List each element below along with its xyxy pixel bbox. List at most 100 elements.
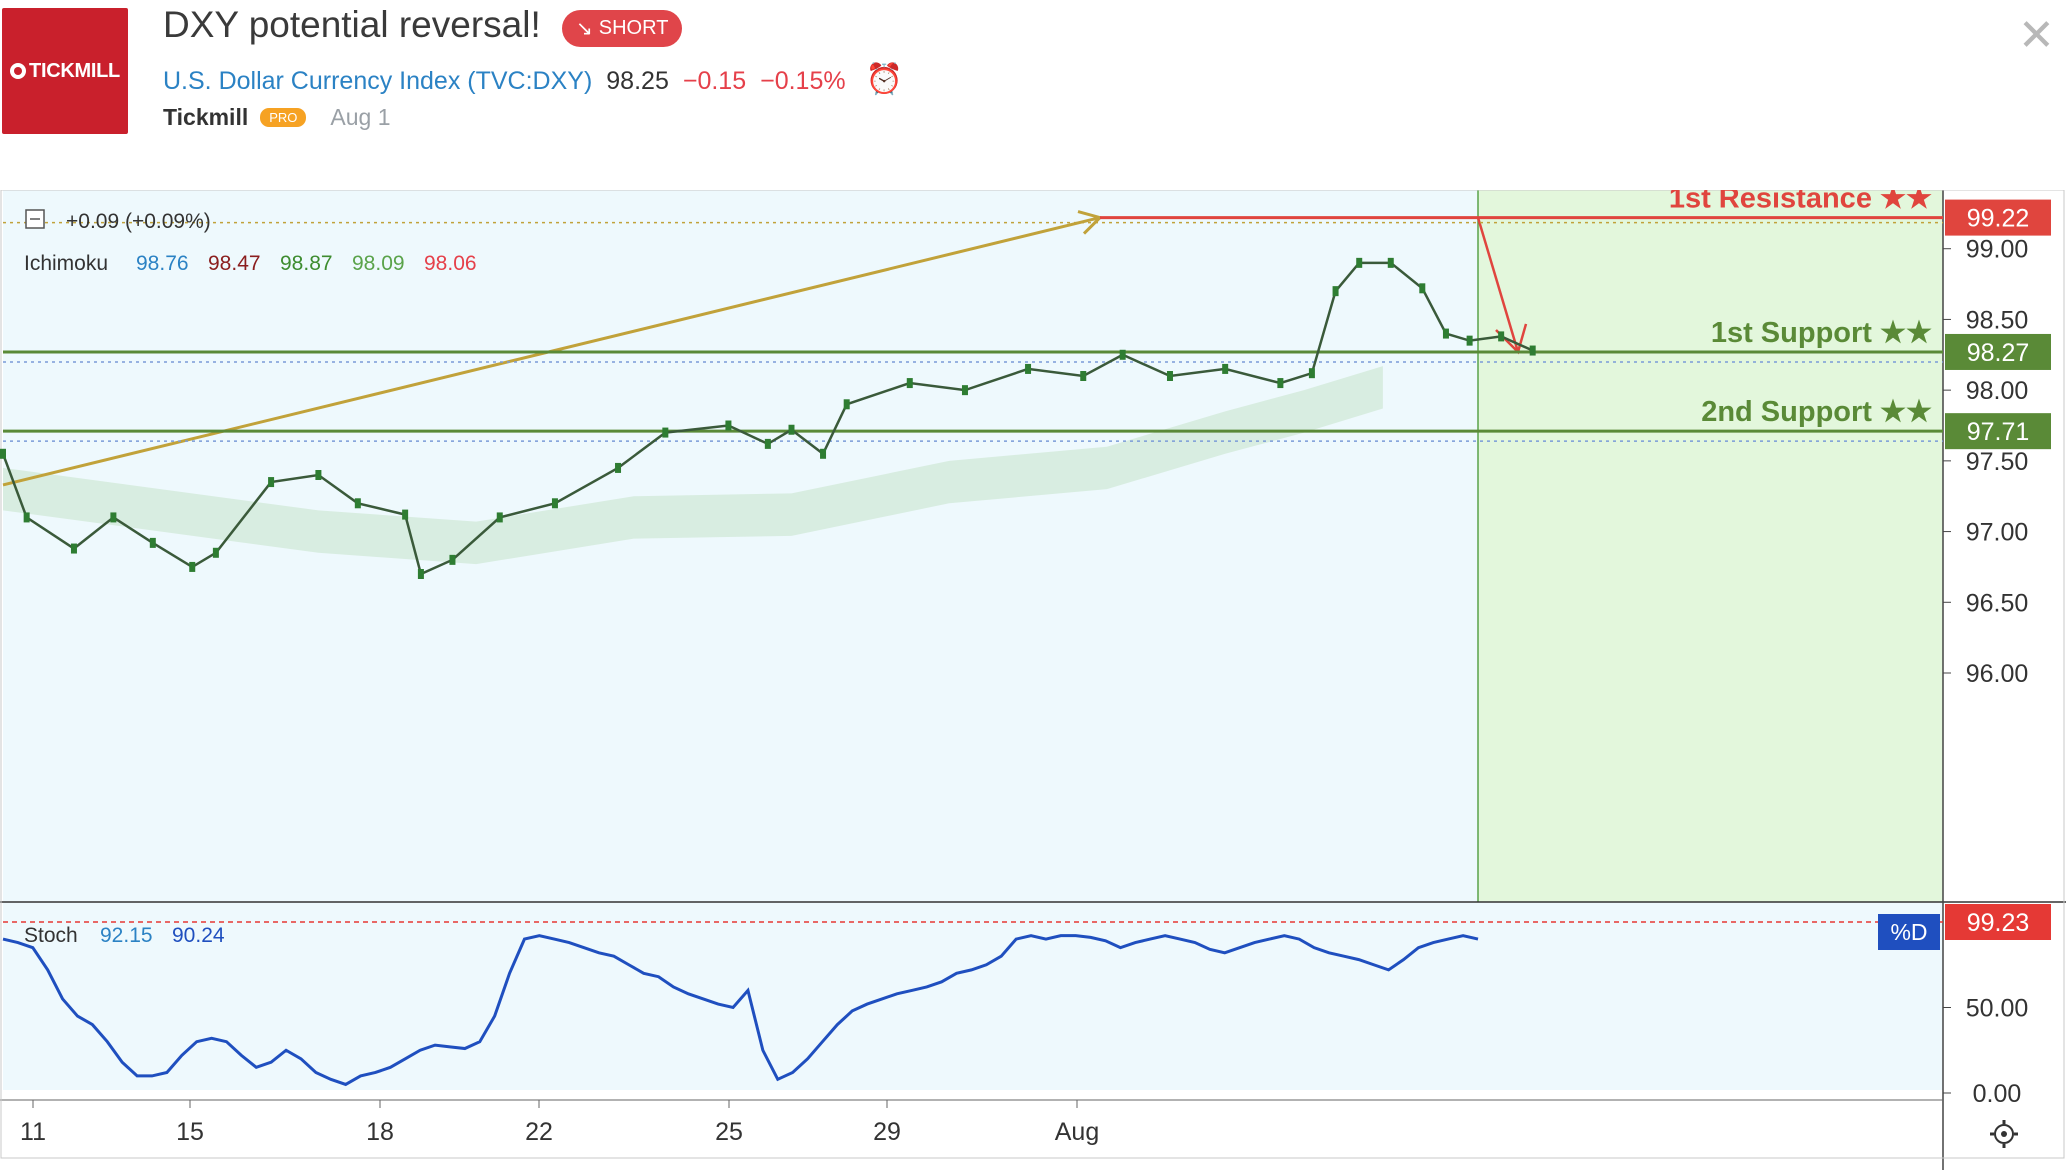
price-candle <box>615 462 622 473</box>
x-tick-label: 11 <box>20 1118 46 1146</box>
price-candle <box>1119 349 1126 360</box>
stoch-ref-tag-label: 99.23 <box>1967 909 2030 937</box>
gear-hub <box>2001 1131 2007 1137</box>
price-candle <box>906 378 913 389</box>
x-tick-label: Aug <box>1055 1118 1099 1146</box>
price-candle <box>315 470 322 480</box>
price-candle <box>843 399 850 410</box>
price-candle <box>1222 363 1229 374</box>
y-tick-label: 97.50 <box>1966 448 2029 476</box>
symbol-change: −0.15 <box>682 67 747 95</box>
price-candle <box>1166 371 1173 381</box>
price-candle <box>70 543 77 554</box>
price-candle <box>820 448 827 459</box>
stoch-k-value: 92.15 <box>100 924 153 947</box>
price-candle <box>212 547 219 558</box>
x-tick-label: 25 <box>715 1118 743 1146</box>
stoch-pane-bg <box>3 902 1943 1090</box>
alarm-clock-icon[interactable]: ⏰ <box>866 62 903 97</box>
stoch-label: Stoch <box>24 924 78 947</box>
symbol-code[interactable]: (TVC:DXY) <box>467 67 592 95</box>
price-candle <box>1498 331 1505 342</box>
legend-change: +0.09 (+0.09%) <box>66 210 211 233</box>
symbol-change-pct: −0.15% <box>760 67 846 95</box>
symbol-line: U.S. Dollar Currency Index (TVC:DXY) 98.… <box>163 62 903 97</box>
price-candle <box>1529 345 1536 356</box>
ichimoku-value: 98.09 <box>352 252 405 275</box>
idea-title: DXY potential reversal! <box>163 4 541 45</box>
stoch-d-tag-label: %D <box>1890 919 1927 945</box>
symbol-price: 98.25 <box>606 67 669 95</box>
stoch-y-tick-label: 0.00 <box>1973 1080 2022 1108</box>
time-axis: 11 15 18 22 25 29 Aug <box>20 1100 1099 1146</box>
symbol-name[interactable]: U.S. Dollar Currency Index <box>163 67 460 95</box>
price-candle <box>1332 286 1339 297</box>
chart-area[interactable]: 1st Resistance ★★ 99.22 1st Support ★★ 98.2… <box>0 190 2066 1170</box>
price-candle <box>0 448 6 459</box>
pro-badge: PRO <box>260 108 307 127</box>
x-tick-label: 22 <box>525 1118 553 1146</box>
price-candle <box>23 512 30 523</box>
symbol-link[interactable]: U.S. Dollar Currency Index (TVC:DXY) <box>163 67 592 96</box>
price-candle <box>1277 378 1284 389</box>
price-candle <box>402 509 409 520</box>
price-candle <box>449 554 456 565</box>
price-candle <box>1080 371 1087 381</box>
x-tick-label: 29 <box>873 1118 901 1146</box>
y-tick-label: 96.00 <box>1966 660 2029 688</box>
forecast-zone <box>1478 190 1943 902</box>
y-tick-label: 99.50 <box>1966 190 2029 193</box>
price-candle <box>1356 257 1363 268</box>
x-tick-label: 15 <box>176 1118 204 1146</box>
price-candle <box>551 498 558 509</box>
logo-text: TICKMILL <box>29 59 120 82</box>
ichimoku-value: 98.76 <box>136 252 189 275</box>
y-tick-label: 98.00 <box>1966 377 2029 405</box>
tickmill-mark-icon <box>10 63 27 79</box>
price-candle <box>961 385 968 396</box>
price-candle <box>1387 257 1394 268</box>
price-candle <box>788 424 795 435</box>
price-candle <box>268 477 275 488</box>
ichimoku-value: 98.06 <box>424 252 477 275</box>
author-name[interactable]: Tickmill <box>163 104 248 131</box>
stoch-y-tick-label: 50.00 <box>1966 995 2029 1023</box>
price-candle <box>354 498 361 509</box>
publish-date: Aug 1 <box>330 104 391 130</box>
price-candle <box>662 427 669 438</box>
short-badge: ↘ SHORT <box>562 10 683 47</box>
price-candle <box>417 569 424 579</box>
x-tick-label: 18 <box>366 1118 394 1146</box>
price-candle <box>110 512 117 523</box>
level-price-tag-label: 98.27 <box>1967 339 2030 367</box>
stoch-d-value: 90.24 <box>172 924 225 947</box>
price-candle <box>725 420 732 431</box>
y-tick-label: 97.00 <box>1966 519 2029 547</box>
y-tick-label: 99.00 <box>1966 236 2029 264</box>
level-price-tag-label: 97.71 <box>1967 418 2030 446</box>
price-candle <box>496 512 503 523</box>
price-candle <box>1419 283 1426 294</box>
level-label: 2nd Support ★★ <box>1701 396 1932 428</box>
ichimoku-value: 98.47 <box>208 252 261 275</box>
price-candle <box>1308 368 1315 379</box>
level-label: 1st Support ★★ <box>1711 317 1932 349</box>
price-candle <box>1025 363 1032 374</box>
short-label: SHORT <box>598 17 669 39</box>
price-candle <box>1466 335 1473 346</box>
price-candle <box>764 438 771 449</box>
author-line: Tickmill PRO Aug 1 <box>163 104 391 131</box>
settings-gear-icon[interactable] <box>1990 1120 2018 1148</box>
level-price-tag-label: 99.22 <box>1967 205 2030 233</box>
y-tick-label: 98.50 <box>1966 306 2029 334</box>
ichimoku-label: Ichimoku <box>24 252 108 275</box>
price-candle <box>1442 328 1449 339</box>
ichimoku-value: 98.87 <box>280 252 333 275</box>
price-candle <box>189 561 196 572</box>
price-candle <box>149 537 156 548</box>
level-label: 1st Resistance ★★ <box>1669 190 1932 215</box>
tickmill-logo: TICKMILL <box>2 8 128 134</box>
arrow-down-right-icon: ↘ <box>576 18 593 40</box>
close-icon[interactable]: ✕ <box>2018 10 2055 61</box>
y-tick-label: 96.50 <box>1966 589 2029 617</box>
